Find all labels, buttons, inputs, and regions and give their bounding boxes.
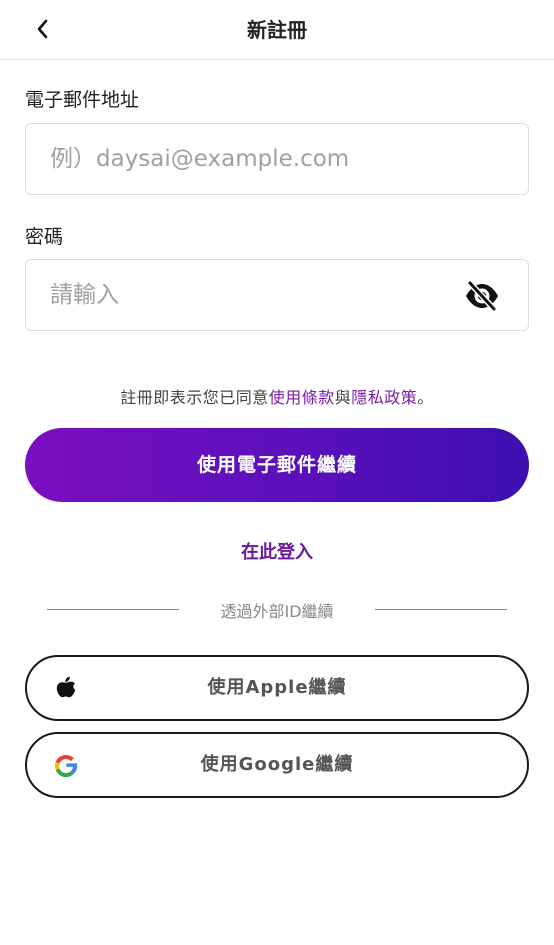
password-input[interactable] xyxy=(26,260,528,330)
login-link[interactable]: 在此登入 xyxy=(0,538,554,564)
chevron-left-icon xyxy=(37,19,48,39)
privacy-policy-link[interactable]: 隱私政策 xyxy=(351,388,417,407)
terms-of-use-link[interactable]: 使用條款 xyxy=(269,388,335,407)
back-button[interactable] xyxy=(28,14,58,44)
terms-prefix: 註冊即表示您已同意 xyxy=(120,388,269,407)
continue-with-google-button[interactable]: 使用Google繼續 xyxy=(25,732,529,798)
email-field-box xyxy=(25,123,529,195)
terms-joiner: 與 xyxy=(334,388,352,407)
terms-suffix: 。 xyxy=(417,388,434,407)
email-label: 電子郵件地址 xyxy=(25,89,140,111)
apple-button-label: 使用Apple繼續 xyxy=(207,677,347,698)
password-label: 密碼 xyxy=(25,226,64,248)
password-field-box xyxy=(25,259,529,331)
terms-notice: 註冊即表示您已同意使用條款與隱私政策。 xyxy=(0,384,554,408)
continue-with-apple-button[interactable]: 使用Apple繼續 xyxy=(25,655,529,721)
divider-label: 透過外部ID繼續 xyxy=(220,602,334,621)
email-input[interactable] xyxy=(26,124,528,194)
eye-off-icon[interactable] xyxy=(464,280,500,312)
divider-line-right xyxy=(375,609,507,610)
header-bar: 新註冊 xyxy=(0,0,554,60)
google-button-label: 使用Google繼續 xyxy=(200,754,354,775)
page-title: 新註冊 xyxy=(247,18,307,42)
continue-with-email-button[interactable]: 使用電子郵件繼續 xyxy=(25,428,529,502)
